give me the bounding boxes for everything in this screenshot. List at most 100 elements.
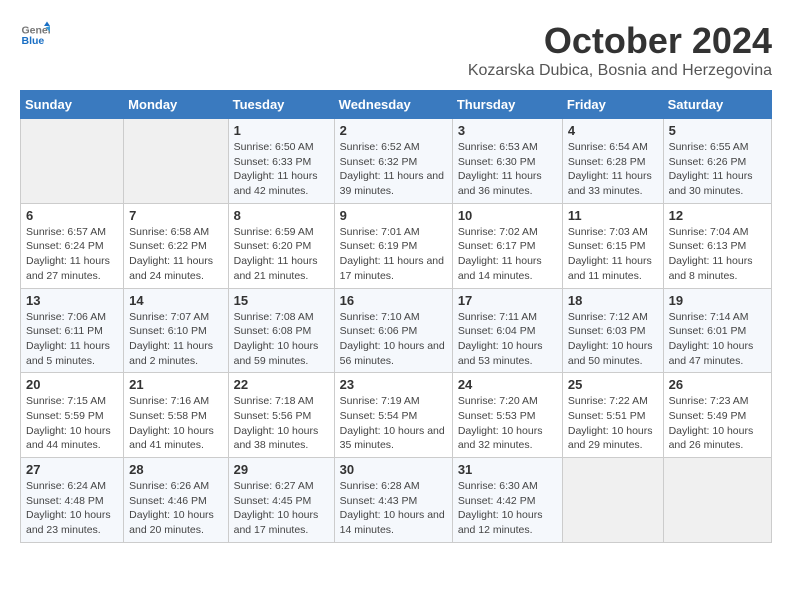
calendar-cell: 13 Sunrise: 7:06 AM Sunset: 6:11 PM Dayli…: [21, 288, 124, 373]
calendar-cell: 20 Sunrise: 7:15 AM Sunset: 5:59 PM Dayli…: [21, 373, 124, 458]
day-info: Sunrise: 6:59 AM Sunset: 6:20 PM Dayligh…: [234, 225, 329, 284]
day-number: 2: [340, 123, 447, 138]
weekday-header-sunday: Sunday: [21, 91, 124, 119]
calendar-cell: 25Sunrise: 7:22 AM Sunset: 5:51 PM Dayli…: [562, 373, 663, 458]
weekday-header-tuesday: Tuesday: [228, 91, 334, 119]
day-number: 20: [26, 377, 118, 392]
day-number: 15: [234, 293, 329, 308]
calendar-cell: 23Sunrise: 7:19 AM Sunset: 5:54 PM Dayli…: [334, 373, 452, 458]
day-info: Sunrise: 7:12 AM Sunset: 6:03 PM Dayligh…: [568, 310, 658, 369]
day-info: Sunrise: 7:11 AM Sunset: 6:04 PM Dayligh…: [458, 310, 557, 369]
day-info: Sunrise: 7:02 AM Sunset: 6:17 PM Dayligh…: [458, 225, 557, 284]
day-number: 19: [669, 293, 766, 308]
calendar-cell: 15 Sunrise: 7:08 AM Sunset: 6:08 PM Dayli…: [228, 288, 334, 373]
day-info: Sunrise: 7:15 AM Sunset: 5:59 PM Dayligh…: [26, 394, 118, 453]
calendar-cell: 19 Sunrise: 7:14 AM Sunset: 6:01 PM Dayli…: [663, 288, 771, 373]
day-info: Sunrise: 7:06 AM Sunset: 6:11 PM Dayligh…: [26, 310, 118, 369]
day-info: Sunrise: 6:54 AM Sunset: 6:28 PM Dayligh…: [568, 140, 658, 199]
day-info: Sunrise: 7:16 AM Sunset: 5:58 PM Dayligh…: [129, 394, 222, 453]
day-number: 17: [458, 293, 557, 308]
day-info: Sunrise: 6:57 AM Sunset: 6:24 PM Dayligh…: [26, 225, 118, 284]
day-info: Sunrise: 6:53 AM Sunset: 6:30 PM Dayligh…: [458, 140, 557, 199]
day-number: 11: [568, 208, 658, 223]
calendar-cell: 11 Sunrise: 7:03 AM Sunset: 6:15 PM Dayli…: [562, 203, 663, 288]
day-number: 29: [234, 462, 329, 477]
calendar-cell: 3 Sunrise: 6:53 AM Sunset: 6:30 PM Daylig…: [452, 119, 562, 204]
day-info: Sunrise: 6:30 AM Sunset: 4:42 PM Dayligh…: [458, 479, 557, 538]
calendar-cell: [562, 458, 663, 543]
calendar-cell: 17 Sunrise: 7:11 AM Sunset: 6:04 PM Dayli…: [452, 288, 562, 373]
day-info: Sunrise: 7:14 AM Sunset: 6:01 PM Dayligh…: [669, 310, 766, 369]
day-info: Sunrise: 6:26 AM Sunset: 4:46 PM Dayligh…: [129, 479, 222, 538]
calendar-week-5: 27 Sunrise: 6:24 AM Sunset: 4:48 PM Dayli…: [21, 458, 772, 543]
day-info: Sunrise: 7:01 AM Sunset: 6:19 PM Dayligh…: [340, 225, 447, 284]
calendar-cell: 7Sunrise: 6:58 AM Sunset: 6:22 PM Daylig…: [124, 203, 228, 288]
day-info: Sunrise: 6:52 AM Sunset: 6:32 PM Dayligh…: [340, 140, 447, 199]
calendar-table: SundayMondayTuesdayWednesdayThursdayFrid…: [20, 90, 772, 543]
day-info: Sunrise: 6:28 AM Sunset: 4:43 PM Dayligh…: [340, 479, 447, 538]
title-section: October 2024 Kozarska Dubica, Bosnia and…: [468, 20, 772, 80]
svg-text:Blue: Blue: [22, 35, 45, 47]
calendar-cell: 10 Sunrise: 7:02 AM Sunset: 6:17 PM Dayli…: [452, 203, 562, 288]
day-number: 16: [340, 293, 447, 308]
day-number: 3: [458, 123, 557, 138]
weekday-header-thursday: Thursday: [452, 91, 562, 119]
logo: General Blue: [20, 20, 50, 50]
day-number: 13: [26, 293, 118, 308]
weekday-header-monday: Monday: [124, 91, 228, 119]
logo-icon: General Blue: [20, 20, 50, 50]
day-number: 31: [458, 462, 557, 477]
calendar-week-1: 1 Sunrise: 6:50 AM Sunset: 6:33 PM Daylig…: [21, 119, 772, 204]
calendar-cell: 29 Sunrise: 6:27 AM Sunset: 4:45 PM Dayli…: [228, 458, 334, 543]
calendar-cell: 18 Sunrise: 7:12 AM Sunset: 6:03 PM Dayli…: [562, 288, 663, 373]
day-number: 21: [129, 377, 222, 392]
day-number: 18: [568, 293, 658, 308]
calendar-week-4: 20 Sunrise: 7:15 AM Sunset: 5:59 PM Dayli…: [21, 373, 772, 458]
calendar-cell: 31 Sunrise: 6:30 AM Sunset: 4:42 PM Dayli…: [452, 458, 562, 543]
calendar-cell: 9 Sunrise: 7:01 AM Sunset: 6:19 PM Daylig…: [334, 203, 452, 288]
calendar-week-3: 13 Sunrise: 7:06 AM Sunset: 6:11 PM Dayli…: [21, 288, 772, 373]
day-number: 4: [568, 123, 658, 138]
day-number: 12: [669, 208, 766, 223]
day-info: Sunrise: 6:24 AM Sunset: 4:48 PM Dayligh…: [26, 479, 118, 538]
day-number: 30: [340, 462, 447, 477]
day-number: 28: [129, 462, 222, 477]
day-info: Sunrise: 7:07 AM Sunset: 6:10 PM Dayligh…: [129, 310, 222, 369]
day-info: Sunrise: 7:03 AM Sunset: 6:15 PM Dayligh…: [568, 225, 658, 284]
weekday-row: SundayMondayTuesdayWednesdayThursdayFrid…: [21, 91, 772, 119]
calendar-cell: [124, 119, 228, 204]
day-number: 10: [458, 208, 557, 223]
day-number: 24: [458, 377, 557, 392]
day-info: Sunrise: 6:27 AM Sunset: 4:45 PM Dayligh…: [234, 479, 329, 538]
weekday-header-wednesday: Wednesday: [334, 91, 452, 119]
weekday-header-friday: Friday: [562, 91, 663, 119]
calendar-cell: 16 Sunrise: 7:10 AM Sunset: 6:06 PM Dayli…: [334, 288, 452, 373]
day-number: 27: [26, 462, 118, 477]
calendar-cell: 1 Sunrise: 6:50 AM Sunset: 6:33 PM Daylig…: [228, 119, 334, 204]
day-info: Sunrise: 7:19 AM Sunset: 5:54 PM Dayligh…: [340, 394, 447, 453]
day-info: Sunrise: 7:10 AM Sunset: 6:06 PM Dayligh…: [340, 310, 447, 369]
day-number: 1: [234, 123, 329, 138]
day-info: Sunrise: 6:50 AM Sunset: 6:33 PM Dayligh…: [234, 140, 329, 199]
day-info: Sunrise: 7:18 AM Sunset: 5:56 PM Dayligh…: [234, 394, 329, 453]
day-number: 22: [234, 377, 329, 392]
day-info: Sunrise: 6:55 AM Sunset: 6:26 PM Dayligh…: [669, 140, 766, 199]
day-number: 25: [568, 377, 658, 392]
day-info: Sunrise: 6:58 AM Sunset: 6:22 PM Dayligh…: [129, 225, 222, 284]
weekday-header-saturday: Saturday: [663, 91, 771, 119]
location-subtitle: Kozarska Dubica, Bosnia and Herzegovina: [468, 62, 772, 80]
calendar-cell: 2 Sunrise: 6:52 AM Sunset: 6:32 PM Daylig…: [334, 119, 452, 204]
day-number: 9: [340, 208, 447, 223]
day-number: 26: [669, 377, 766, 392]
calendar-cell: 28 Sunrise: 6:26 AM Sunset: 4:46 PM Dayli…: [124, 458, 228, 543]
calendar-cell: 4 Sunrise: 6:54 AM Sunset: 6:28 PM Daylig…: [562, 119, 663, 204]
calendar-cell: [663, 458, 771, 543]
month-year-title: October 2024: [468, 20, 772, 62]
calendar-cell: 24 Sunrise: 7:20 AM Sunset: 5:53 PM Dayli…: [452, 373, 562, 458]
header: General Blue October 2024 Kozarska Dubic…: [20, 20, 772, 80]
calendar-body: 1 Sunrise: 6:50 AM Sunset: 6:33 PM Daylig…: [21, 119, 772, 543]
day-info: Sunrise: 7:08 AM Sunset: 6:08 PM Dayligh…: [234, 310, 329, 369]
day-info: Sunrise: 7:20 AM Sunset: 5:53 PM Dayligh…: [458, 394, 557, 453]
day-info: Sunrise: 7:23 AM Sunset: 5:49 PM Dayligh…: [669, 394, 766, 453]
day-info: Sunrise: 7:04 AM Sunset: 6:13 PM Dayligh…: [669, 225, 766, 284]
